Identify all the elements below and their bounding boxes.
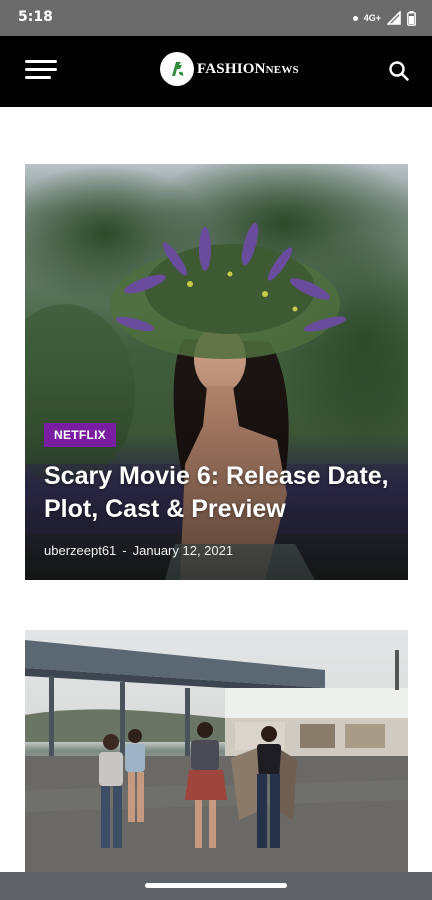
app-bar: FASHIONNEWS (0, 36, 432, 107)
meta-separator: - (122, 543, 127, 558)
network-type: 4G+ (363, 13, 381, 23)
article-card[interactable] (25, 630, 408, 872)
status-time: 5:18 (18, 9, 53, 25)
logo-text: FASHIONNEWS (197, 61, 299, 78)
status-bar: 5:18 4G+ (0, 0, 432, 36)
article-title[interactable]: Scary Movie 6: Release Date, Plot, Cast … (44, 460, 394, 526)
article-date: January 12, 2021 (132, 543, 234, 558)
status-icons: 4G+ (352, 9, 416, 27)
site-logo[interactable]: FASHIONNEWS (160, 52, 299, 86)
system-nav-bar (0, 872, 432, 900)
logo-icon (160, 52, 194, 86)
battery-icon (407, 10, 416, 26)
logo-text-main: FASHION (197, 60, 266, 77)
article-image (25, 630, 408, 872)
search-icon[interactable] (388, 60, 410, 82)
menu-icon[interactable] (25, 58, 57, 84)
article-author[interactable]: uberzeept61 (44, 543, 116, 558)
category-badge[interactable]: NETFLIX (44, 423, 117, 447)
logo-text-small: NEWS (265, 63, 299, 76)
notification-dot-icon (352, 15, 358, 21)
article-card[interactable]: NETFLIX Scary Movie 6: Release Date, Plo… (25, 164, 408, 580)
home-indicator[interactable] (145, 883, 287, 888)
article-meta: uberzeept61- January 12, 2021 (44, 543, 233, 558)
signal-icon (387, 11, 401, 25)
